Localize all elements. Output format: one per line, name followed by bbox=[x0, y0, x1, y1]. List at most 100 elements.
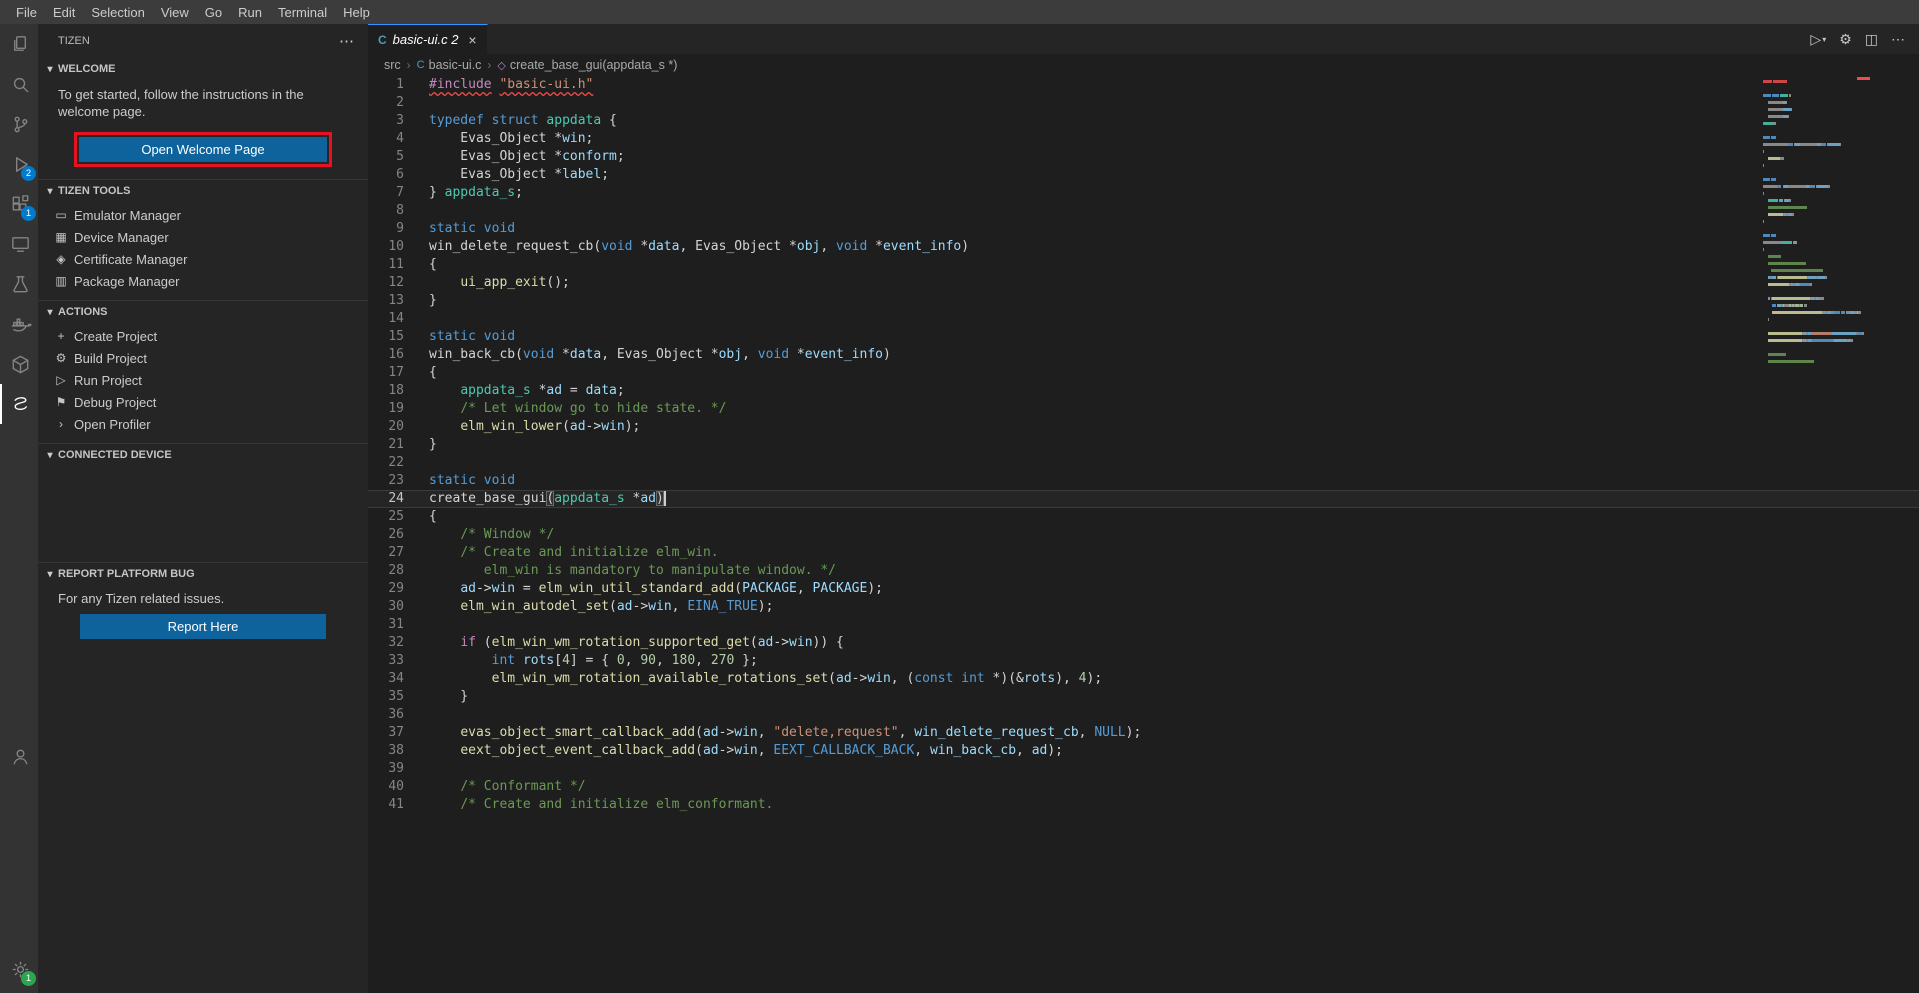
line-number[interactable]: 35 bbox=[368, 688, 404, 706]
line-number[interactable]: 25 bbox=[368, 508, 404, 526]
report-here-button[interactable]: Report Here bbox=[80, 614, 326, 639]
code-line-29[interactable]: 29 ad->win = elm_win_util_standard_add(P… bbox=[368, 580, 1919, 598]
line-number[interactable]: 37 bbox=[368, 724, 404, 742]
more-actions-button[interactable]: ⋯ bbox=[1891, 31, 1905, 48]
connected-device-section-header[interactable]: CONNECTED DEVICE bbox=[38, 444, 368, 466]
sidebar-item-emulator-manager[interactable]: ▭Emulator Manager bbox=[38, 204, 368, 226]
breadcrumb-item[interactable]: create_base_gui(appdata_s *) bbox=[510, 58, 677, 72]
line-number[interactable]: 9 bbox=[368, 220, 404, 238]
line-number[interactable]: 21 bbox=[368, 436, 404, 454]
code-editor[interactable]: 1#include "basic-ui.h"23typedef struct a… bbox=[368, 76, 1919, 993]
sidebar-item-device-manager[interactable]: ▦Device Manager bbox=[38, 226, 368, 248]
code-line-12[interactable]: 12 ui_app_exit(); bbox=[368, 274, 1919, 292]
sidebar-item-open-profiler[interactable]: ›Open Profiler bbox=[38, 413, 368, 435]
actions-section-header[interactable]: ACTIONS bbox=[38, 301, 368, 323]
code-line-27[interactable]: 27 /* Create and initialize elm_win. bbox=[368, 544, 1919, 562]
code-line-31[interactable]: 31 bbox=[368, 616, 1919, 634]
code-line-22[interactable]: 22 bbox=[368, 454, 1919, 472]
line-number[interactable]: 39 bbox=[368, 760, 404, 778]
line-number[interactable]: 20 bbox=[368, 418, 404, 436]
line-number[interactable]: 18 bbox=[368, 382, 404, 400]
line-number[interactable]: 31 bbox=[368, 616, 404, 634]
line-number[interactable]: 28 bbox=[368, 562, 404, 580]
line-number[interactable]: 23 bbox=[368, 472, 404, 490]
code-line-17[interactable]: 17{ bbox=[368, 364, 1919, 382]
code-line-19[interactable]: 19 /* Let window go to hide state. */ bbox=[368, 400, 1919, 418]
code-line-34[interactable]: 34 elm_win_wm_rotation_available_rotatio… bbox=[368, 670, 1919, 688]
code-line-8[interactable]: 8 bbox=[368, 202, 1919, 220]
tizen-tools-icon[interactable] bbox=[0, 344, 38, 384]
extensions-icon[interactable]: 1 bbox=[0, 184, 38, 224]
line-number[interactable]: 41 bbox=[368, 796, 404, 814]
menu-item-terminal[interactable]: Terminal bbox=[270, 3, 335, 22]
line-number[interactable]: 7 bbox=[368, 184, 404, 202]
code-line-30[interactable]: 30 elm_win_autodel_set(ad->win, EINA_TRU… bbox=[368, 598, 1919, 616]
code-line-13[interactable]: 13} bbox=[368, 292, 1919, 310]
sidebar-item-create-project[interactable]: +Create Project bbox=[38, 325, 368, 347]
open-welcome-page-button[interactable]: Open Welcome Page bbox=[79, 137, 327, 162]
line-number[interactable]: 22 bbox=[368, 454, 404, 472]
code-line-33[interactable]: 33 int rots[4] = { 0, 90, 180, 270 }; bbox=[368, 652, 1919, 670]
line-number[interactable]: 34 bbox=[368, 670, 404, 688]
code-line-26[interactable]: 26 /* Window */ bbox=[368, 526, 1919, 544]
line-number[interactable]: 30 bbox=[368, 598, 404, 616]
code-line-6[interactable]: 6 Evas_Object *label; bbox=[368, 166, 1919, 184]
line-number[interactable]: 2 bbox=[368, 94, 404, 112]
line-number[interactable]: 5 bbox=[368, 148, 404, 166]
line-number[interactable]: 27 bbox=[368, 544, 404, 562]
code-line-10[interactable]: 10win_delete_request_cb(void *data, Evas… bbox=[368, 238, 1919, 256]
code-line-15[interactable]: 15static void bbox=[368, 328, 1919, 346]
welcome-section-header[interactable]: WELCOME bbox=[38, 58, 368, 80]
line-number[interactable]: 14 bbox=[368, 310, 404, 328]
run-and-debug-icon[interactable]: 2 bbox=[0, 144, 38, 184]
line-number[interactable]: 16 bbox=[368, 346, 404, 364]
minimap[interactable] bbox=[1757, 76, 1919, 993]
menu-item-run[interactable]: Run bbox=[230, 3, 270, 22]
line-number[interactable]: 4 bbox=[368, 130, 404, 148]
breadcrumb-item[interactable]: basic-ui.c bbox=[429, 58, 482, 72]
line-number[interactable]: 19 bbox=[368, 400, 404, 418]
menu-item-selection[interactable]: Selection bbox=[83, 3, 152, 22]
code-line-2[interactable]: 2 bbox=[368, 94, 1919, 112]
line-number[interactable]: 26 bbox=[368, 526, 404, 544]
sidebar-item-debug-project[interactable]: ⚑Debug Project bbox=[38, 391, 368, 413]
settings-icon[interactable]: 1 bbox=[0, 949, 38, 989]
code-line-38[interactable]: 38 eext_object_event_callback_add(ad->wi… bbox=[368, 742, 1919, 760]
close-icon[interactable]: × bbox=[468, 32, 476, 48]
tab-basic-ui-c[interactable]: C basic-ui.c 2 × bbox=[368, 24, 488, 54]
code-line-3[interactable]: 3typedef struct appdata { bbox=[368, 112, 1919, 130]
line-number[interactable]: 6 bbox=[368, 166, 404, 184]
testing-icon[interactable] bbox=[0, 264, 38, 304]
remote-explorer-icon[interactable] bbox=[0, 224, 38, 264]
line-number[interactable]: 10 bbox=[368, 238, 404, 256]
code-line-24[interactable]: 24create_base_gui(appdata_s *ad) bbox=[368, 490, 1919, 508]
search-icon[interactable] bbox=[0, 64, 38, 104]
sidebar-item-package-manager[interactable]: ▥Package Manager bbox=[38, 270, 368, 292]
line-number[interactable]: 33 bbox=[368, 652, 404, 670]
line-number[interactable]: 3 bbox=[368, 112, 404, 130]
line-number[interactable]: 1 bbox=[368, 76, 404, 94]
code-line-39[interactable]: 39 bbox=[368, 760, 1919, 778]
docker-icon[interactable] bbox=[0, 304, 38, 344]
code-line-9[interactable]: 9static void bbox=[368, 220, 1919, 238]
line-number[interactable]: 11 bbox=[368, 256, 404, 274]
code-line-20[interactable]: 20 elm_win_lower(ad->win); bbox=[368, 418, 1919, 436]
explorer-icon[interactable] bbox=[0, 24, 38, 64]
code-line-5[interactable]: 5 Evas_Object *conform; bbox=[368, 148, 1919, 166]
code-line-1[interactable]: 1#include "basic-ui.h" bbox=[368, 76, 1919, 94]
code-line-37[interactable]: 37 evas_object_smart_callback_add(ad->wi… bbox=[368, 724, 1919, 742]
code-line-18[interactable]: 18 appdata_s *ad = data; bbox=[368, 382, 1919, 400]
code-line-11[interactable]: 11{ bbox=[368, 256, 1919, 274]
line-number[interactable]: 13 bbox=[368, 292, 404, 310]
editor-settings-button[interactable]: ⚙ bbox=[1839, 31, 1852, 48]
code-line-40[interactable]: 40 /* Conformant */ bbox=[368, 778, 1919, 796]
line-number[interactable]: 36 bbox=[368, 706, 404, 724]
menu-item-edit[interactable]: Edit bbox=[45, 3, 83, 22]
code-line-25[interactable]: 25{ bbox=[368, 508, 1919, 526]
breadcrumb-item[interactable]: src bbox=[384, 58, 401, 72]
sidebar-item-run-project[interactable]: ▷Run Project bbox=[38, 369, 368, 391]
code-line-32[interactable]: 32 if (elm_win_wm_rotation_supported_get… bbox=[368, 634, 1919, 652]
line-number[interactable]: 29 bbox=[368, 580, 404, 598]
line-number[interactable]: 17 bbox=[368, 364, 404, 382]
code-line-16[interactable]: 16win_back_cb(void *data, Evas_Object *o… bbox=[368, 346, 1919, 364]
